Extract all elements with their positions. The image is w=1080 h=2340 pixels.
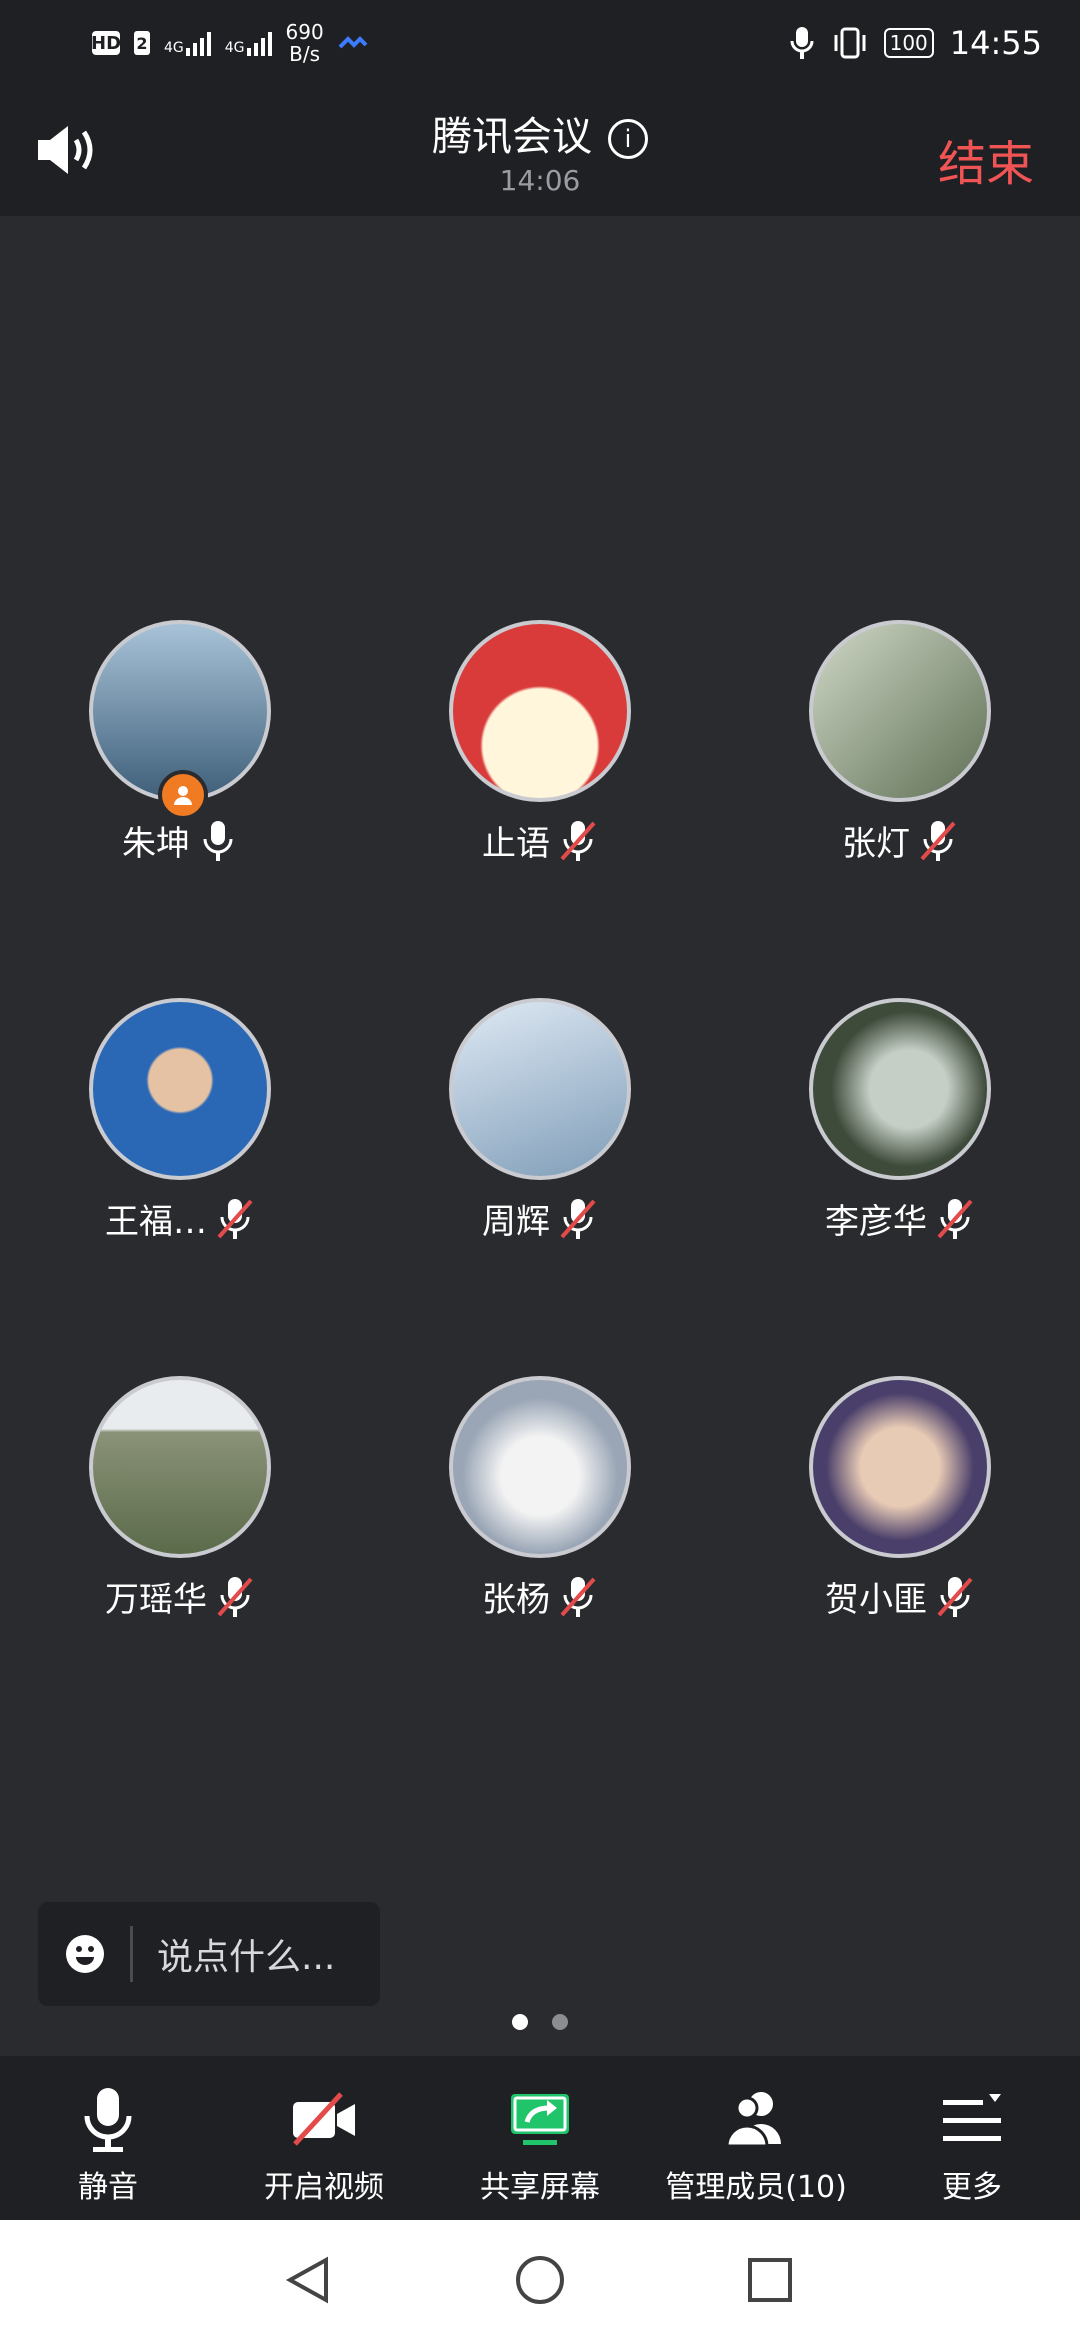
mic-icon bbox=[790, 27, 814, 59]
participant-name-row: 周辉 bbox=[360, 1194, 720, 1243]
emoji-icon[interactable] bbox=[66, 1935, 104, 1973]
start-video-label: 开启视频 bbox=[264, 2170, 384, 2205]
participant-tile[interactable]: 张灯 bbox=[720, 620, 1080, 865]
participant-tile[interactable]: 朱坤 bbox=[0, 620, 360, 865]
clock: 14:55 bbox=[949, 24, 1042, 62]
page-indicator bbox=[0, 2014, 1080, 2030]
mic-muted-icon bbox=[560, 820, 596, 861]
participant-name-row: 朱坤 bbox=[0, 816, 360, 865]
back-icon[interactable] bbox=[282, 2254, 334, 2306]
share-screen-label: 共享屏幕 bbox=[480, 2170, 600, 2205]
avatar bbox=[449, 620, 631, 802]
avatar bbox=[809, 1376, 991, 1558]
participant-name: 王福… bbox=[105, 1202, 207, 1242]
meeting-title[interactable]: 腾讯会议 i bbox=[0, 104, 1080, 162]
avatar bbox=[89, 998, 271, 1180]
participant-name-row: 止语 bbox=[360, 816, 720, 865]
participant-name: 张灯 bbox=[842, 824, 910, 864]
participant-tile[interactable]: 王福… bbox=[0, 998, 360, 1243]
participant-name: 朱坤 bbox=[122, 824, 190, 864]
info-icon[interactable]: i bbox=[608, 119, 648, 159]
avatar bbox=[809, 998, 991, 1180]
sim-badge: 2 bbox=[134, 31, 150, 55]
manage-members-button[interactable]: 管理成员(10) bbox=[648, 2056, 864, 2220]
home-icon[interactable] bbox=[514, 2254, 566, 2306]
mic-muted-icon bbox=[217, 1576, 253, 1617]
avatar bbox=[89, 1376, 271, 1558]
meeting-timer: 14:06 bbox=[499, 164, 581, 197]
status-left: HD 2 4G 4G 690 B/s bbox=[91, 18, 368, 68]
participant-tile[interactable]: 张杨 bbox=[360, 1376, 720, 1621]
meeting-title-text: 腾讯会议 bbox=[432, 114, 592, 160]
chat-input[interactable]: 说点什么... bbox=[38, 1902, 380, 2006]
participant-tile[interactable]: 万瑶华 bbox=[0, 1376, 360, 1621]
signal-2: 4G bbox=[225, 30, 272, 56]
start-video-button[interactable]: 开启视频 bbox=[216, 2056, 432, 2220]
mic-on-icon bbox=[203, 820, 233, 861]
share-screen-button[interactable]: 共享屏幕 bbox=[432, 2056, 648, 2220]
signal-icon bbox=[246, 30, 272, 56]
participant-tile[interactable]: 周辉 bbox=[360, 998, 720, 1243]
participant-name: 万瑶华 bbox=[105, 1580, 207, 1620]
more-button[interactable]: 更多 bbox=[864, 2056, 1080, 2220]
more-label: 更多 bbox=[942, 2170, 1002, 2205]
mic-muted-icon bbox=[937, 1198, 973, 1239]
members-icon bbox=[725, 2092, 781, 2148]
cloud-sync-icon bbox=[338, 36, 368, 49]
vibrate-icon bbox=[834, 27, 866, 59]
manage-members-label: 管理成员(10) bbox=[665, 2170, 847, 2205]
page-dot[interactable] bbox=[552, 2014, 568, 2030]
mic-muted-icon bbox=[217, 1198, 253, 1239]
mic-icon bbox=[84, 2088, 132, 2152]
meeting-toolbar: 静音 开启视频 共享屏幕 管理成员(10) 更多 bbox=[0, 2056, 1080, 2220]
meeting-header: 腾讯会议 i 14:06 结束 bbox=[0, 84, 1080, 216]
participant-tile[interactable]: 止语 bbox=[360, 620, 720, 865]
mute-label: 静音 bbox=[78, 2170, 138, 2205]
participant-name: 止语 bbox=[482, 824, 550, 864]
mic-muted-icon bbox=[560, 1198, 596, 1239]
chat-placeholder: 说点什么... bbox=[157, 1937, 336, 1978]
page-dot-active[interactable] bbox=[512, 2014, 528, 2030]
recents-icon[interactable] bbox=[744, 2254, 796, 2306]
status-bar: HD 2 4G 4G 690 B/s 100 14:55 bbox=[0, 0, 1080, 84]
mute-button[interactable]: 静音 bbox=[0, 2056, 216, 2220]
status-right: 100 14:55 bbox=[788, 18, 1042, 68]
host-icon bbox=[158, 770, 208, 820]
mic-muted-icon bbox=[937, 1576, 973, 1617]
avatar bbox=[449, 998, 631, 1180]
net-rate: 690 B/s bbox=[286, 21, 324, 65]
net-rate-value: 690 bbox=[285, 20, 324, 44]
participant-name-row: 李彦华 bbox=[720, 1194, 1080, 1243]
more-menu-icon bbox=[943, 2094, 1001, 2141]
mic-muted-icon bbox=[920, 820, 956, 861]
participant-name: 贺小匪 bbox=[825, 1580, 927, 1620]
participant-name: 李彦华 bbox=[825, 1202, 927, 1242]
signal-1: 4G bbox=[164, 30, 211, 56]
signal-icon bbox=[185, 30, 211, 56]
net-rate-unit: B/s bbox=[289, 42, 321, 66]
participant-name-row: 贺小匪 bbox=[720, 1572, 1080, 1621]
participant-tile[interactable]: 李彦华 bbox=[720, 998, 1080, 1243]
chat-divider bbox=[130, 1926, 133, 1982]
share-screen-icon bbox=[511, 2094, 569, 2145]
avatar bbox=[449, 1376, 631, 1558]
network-type-1: 4G bbox=[164, 40, 184, 56]
system-nav-bar bbox=[0, 2220, 1080, 2340]
participant-tile[interactable]: 贺小匪 bbox=[720, 1376, 1080, 1621]
network-type-2: 4G bbox=[224, 40, 245, 56]
avatar bbox=[809, 620, 991, 802]
participant-name-row: 张杨 bbox=[360, 1572, 720, 1621]
hd-badge: HD bbox=[91, 31, 122, 55]
participant-name-row: 万瑶华 bbox=[0, 1572, 360, 1621]
participant-name: 张杨 bbox=[482, 1580, 550, 1620]
video-off-icon bbox=[293, 2092, 355, 2146]
battery-icon: 100 bbox=[883, 28, 934, 58]
participant-name-row: 王福… bbox=[0, 1194, 360, 1243]
participant-name-row: 张灯 bbox=[720, 816, 1080, 865]
mic-muted-icon bbox=[560, 1576, 596, 1617]
participant-name: 周辉 bbox=[482, 1202, 550, 1242]
end-meeting-button[interactable]: 结束 bbox=[938, 124, 1034, 194]
